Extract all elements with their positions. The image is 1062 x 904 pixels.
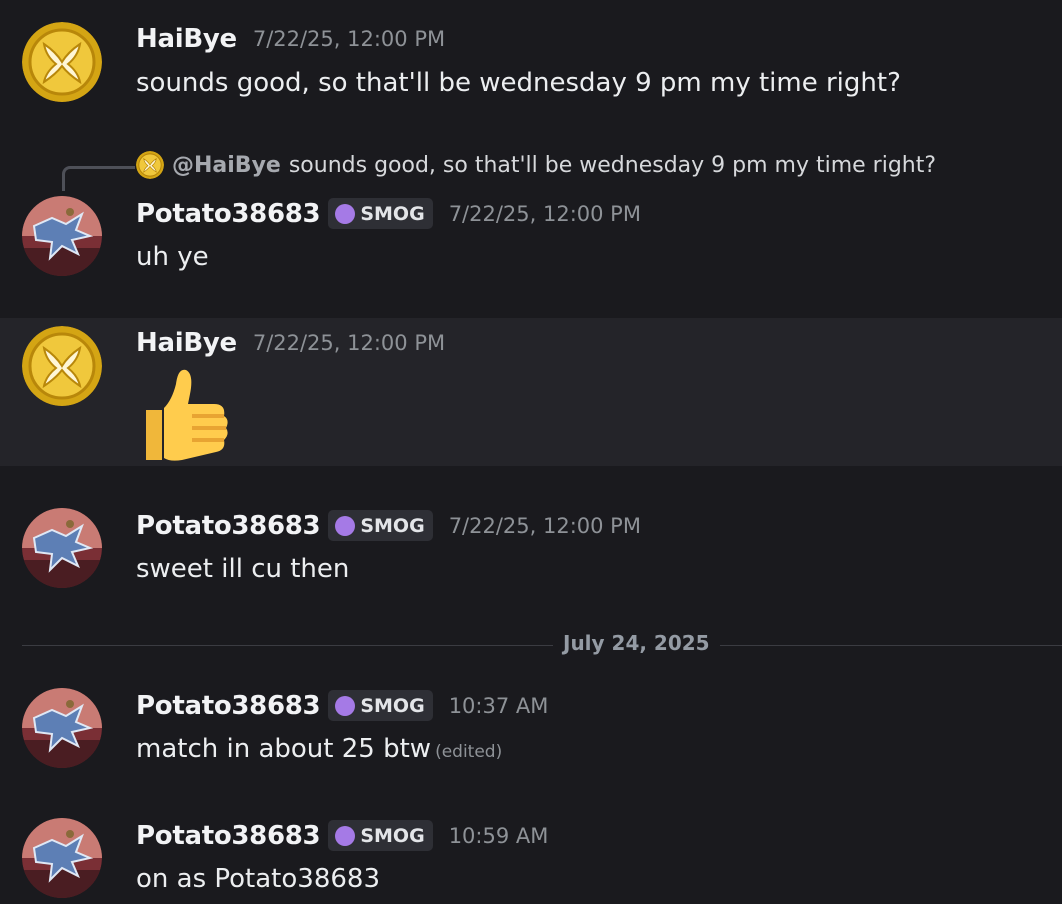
avatar[interactable] [22, 818, 102, 898]
reply-connector [62, 166, 135, 191]
tag-label: SMOG [360, 824, 425, 847]
reply-preview[interactable]: @HaiBye sounds good, so that'll be wedne… [136, 151, 936, 179]
avatar[interactable] [22, 22, 102, 102]
message-text: on as Potato38683 [136, 864, 380, 894]
guild-tag[interactable]: SMOG [328, 198, 433, 229]
message-header: Potato38683 SMOG 7/22/25, 12:00 PM [136, 198, 641, 229]
date-divider-label: July 24, 2025 [553, 631, 720, 655]
message-text: sweet ill cu then [136, 554, 350, 584]
message-header: HaiBye 7/22/25, 12:00 PM [136, 328, 445, 358]
avatar[interactable] [22, 688, 102, 768]
guild-tag[interactable]: SMOG [328, 690, 433, 721]
reply-avatar [136, 151, 164, 179]
message-header: Potato38683 SMOG 7/22/25, 12:00 PM [136, 510, 641, 541]
message-header: Potato38683 SMOG 10:59 AM [136, 820, 548, 851]
date-divider [22, 645, 1062, 646]
username[interactable]: Potato38683 [136, 691, 321, 721]
username[interactable]: Potato38683 [136, 821, 321, 851]
tag-label: SMOG [360, 202, 425, 225]
username[interactable]: HaiBye [136, 24, 237, 54]
message-text: match in about 25 btw (edited) [136, 734, 502, 764]
timestamp[interactable]: 10:37 AM [449, 694, 549, 718]
message-header: HaiBye 7/22/25, 12:00 PM [136, 24, 445, 54]
timestamp[interactable]: 7/22/25, 12:00 PM [253, 331, 445, 355]
avatar[interactable] [22, 508, 102, 588]
guild-tag[interactable]: SMOG [328, 510, 433, 541]
clan-tag-icon [335, 515, 356, 536]
timestamp[interactable]: 7/22/25, 12:00 PM [449, 514, 641, 538]
reply-mention[interactable]: @HaiBye [172, 153, 281, 178]
clan-tag-icon [335, 695, 356, 716]
clan-tag-icon [335, 203, 356, 224]
timestamp[interactable]: 7/22/25, 12:00 PM [253, 27, 445, 51]
username[interactable]: Potato38683 [136, 199, 321, 229]
reply-text: sounds good, so that'll be wednesday 9 p… [288, 152, 937, 178]
message-text-content: match in about 25 btw [136, 734, 432, 764]
message-text: uh ye [136, 242, 209, 272]
timestamp[interactable]: 7/22/25, 12:00 PM [449, 202, 641, 226]
edited-label: (edited) [435, 742, 503, 762]
message: HaiBye 7/22/25, 12:00 PM sounds good, so… [0, 0, 1062, 140]
message-text: sounds good, so that'll be wednesday 9 p… [136, 68, 901, 98]
tag-label: SMOG [360, 514, 425, 537]
timestamp[interactable]: 10:59 AM [449, 824, 549, 848]
guild-tag[interactable]: SMOG [328, 820, 433, 851]
avatar[interactable] [22, 326, 102, 406]
clan-tag-icon [335, 825, 356, 846]
avatar[interactable] [22, 196, 102, 276]
tag-label: SMOG [360, 694, 425, 717]
message-header: Potato38683 SMOG 10:37 AM [136, 690, 548, 721]
username[interactable]: Potato38683 [136, 511, 321, 541]
thumbs-up-emoji[interactable] [136, 364, 232, 464]
username[interactable]: HaiBye [136, 328, 237, 358]
